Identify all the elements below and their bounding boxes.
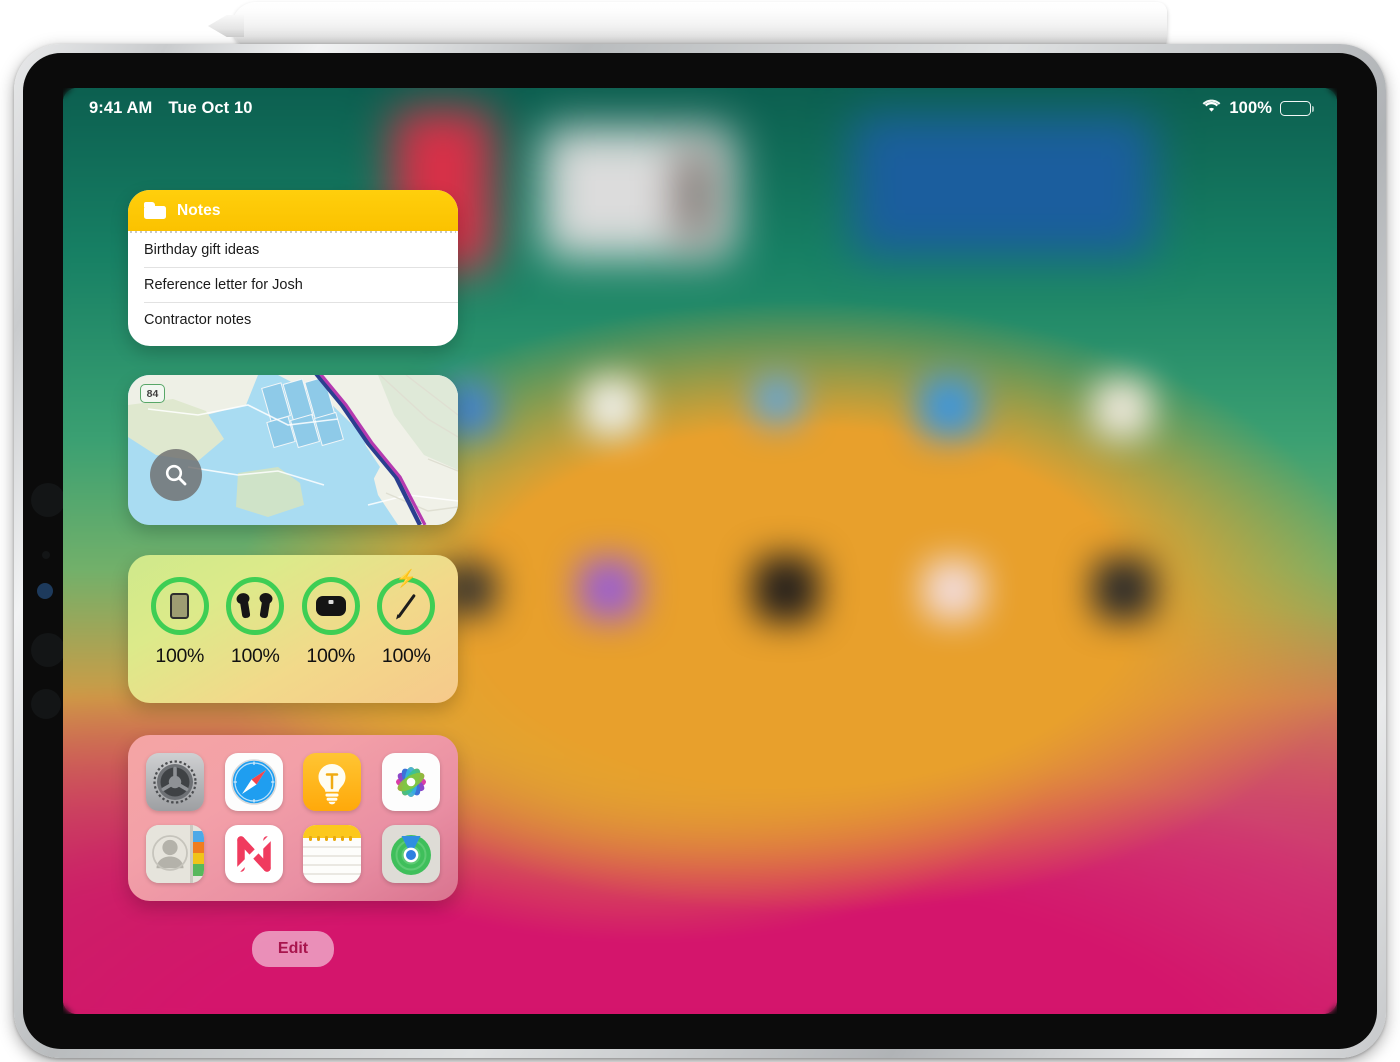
edit-button[interactable]: Edit bbox=[251, 931, 335, 967]
battery-percent: 100% bbox=[230, 645, 280, 667]
list-item[interactable]: Reference letter for Josh bbox=[128, 268, 458, 302]
tips-icon[interactable] bbox=[303, 753, 362, 811]
notes-widget[interactable]: Notes Birthday gift ideas Reference lett… bbox=[128, 190, 458, 346]
battery-ring bbox=[150, 577, 209, 635]
app-suggestions-widget[interactable] bbox=[128, 735, 458, 901]
bezel-reflection-5 bbox=[31, 689, 61, 719]
apple-pencil-tip bbox=[208, 15, 244, 37]
today-view-widget-column: Notes Birthday gift ideas Reference lett… bbox=[128, 190, 458, 967]
battery-percent: 100% bbox=[306, 645, 356, 667]
battery-percent: 100% bbox=[381, 645, 431, 667]
status-bar-right: 100% bbox=[1202, 98, 1314, 118]
ipad-screen: 9:41 AM Tue Oct 10 100% Notes Birthday g… bbox=[63, 88, 1337, 1014]
status-time: 9:41 AM bbox=[89, 98, 153, 117]
battery-ring bbox=[301, 577, 360, 635]
notes-widget-footer-spacer bbox=[128, 337, 458, 346]
battery-ring bbox=[226, 577, 285, 635]
findmy-icon[interactable] bbox=[381, 825, 440, 883]
contacts-icon[interactable] bbox=[146, 825, 205, 883]
apple-pencil bbox=[208, 2, 1167, 50]
batteries-widget[interactable]: 100% 100% 100% ⚡ 100% bbox=[128, 555, 458, 703]
notes-widget-header: Notes bbox=[128, 190, 458, 231]
battery-item-airpods: 100% bbox=[220, 577, 290, 668]
battery-percent-label: 100% bbox=[1229, 98, 1272, 117]
battery-item-apple-pencil: ⚡ 100% bbox=[371, 570, 441, 668]
battery-percent: 100% bbox=[155, 645, 205, 667]
maps-widget[interactable]: 84 bbox=[128, 375, 458, 525]
wifi-icon bbox=[1202, 99, 1221, 118]
news-icon[interactable] bbox=[224, 825, 283, 883]
bezel-reflection-1 bbox=[31, 483, 65, 517]
battery-item-airpods-case: 100% bbox=[296, 577, 366, 668]
search-icon[interactable] bbox=[150, 449, 202, 501]
charging-bolt-icon: ⚡ bbox=[395, 569, 417, 588]
status-bar: 9:41 AM Tue Oct 10 100% bbox=[63, 88, 1337, 128]
airpods-icon bbox=[239, 593, 271, 619]
airpods-case-icon bbox=[315, 596, 346, 616]
route-shield-badge: 84 bbox=[140, 384, 165, 403]
bezel-reflection-3 bbox=[37, 583, 53, 599]
folder-icon bbox=[144, 202, 166, 219]
notes-icon[interactable] bbox=[303, 825, 362, 883]
edit-button-container: Edit bbox=[128, 931, 458, 967]
ipad-bezel: 9:41 AM Tue Oct 10 100% Notes Birthday g… bbox=[23, 53, 1377, 1049]
list-item[interactable]: Contractor notes bbox=[128, 303, 458, 337]
apple-pencil-icon bbox=[396, 593, 416, 619]
settings-icon[interactable] bbox=[146, 753, 205, 811]
ipad-device: 9:41 AM Tue Oct 10 100% Notes Birthday g… bbox=[14, 44, 1386, 1058]
list-item[interactable]: Birthday gift ideas bbox=[128, 233, 458, 267]
battery-nub bbox=[1311, 105, 1314, 112]
battery-ring: ⚡ bbox=[377, 570, 436, 635]
bezel-reflection-2 bbox=[42, 551, 50, 559]
photos-icon[interactable] bbox=[381, 753, 440, 811]
ipad-icon bbox=[170, 593, 190, 619]
status-bar-left: 9:41 AM Tue Oct 10 bbox=[89, 99, 253, 118]
notes-widget-title: Notes bbox=[177, 201, 221, 219]
battery-icon bbox=[1280, 100, 1314, 116]
bezel-reflection-4 bbox=[31, 633, 65, 667]
status-date: Tue Oct 10 bbox=[168, 98, 253, 117]
safari-icon[interactable] bbox=[224, 753, 283, 811]
battery-item-ipad: 100% bbox=[145, 577, 215, 668]
